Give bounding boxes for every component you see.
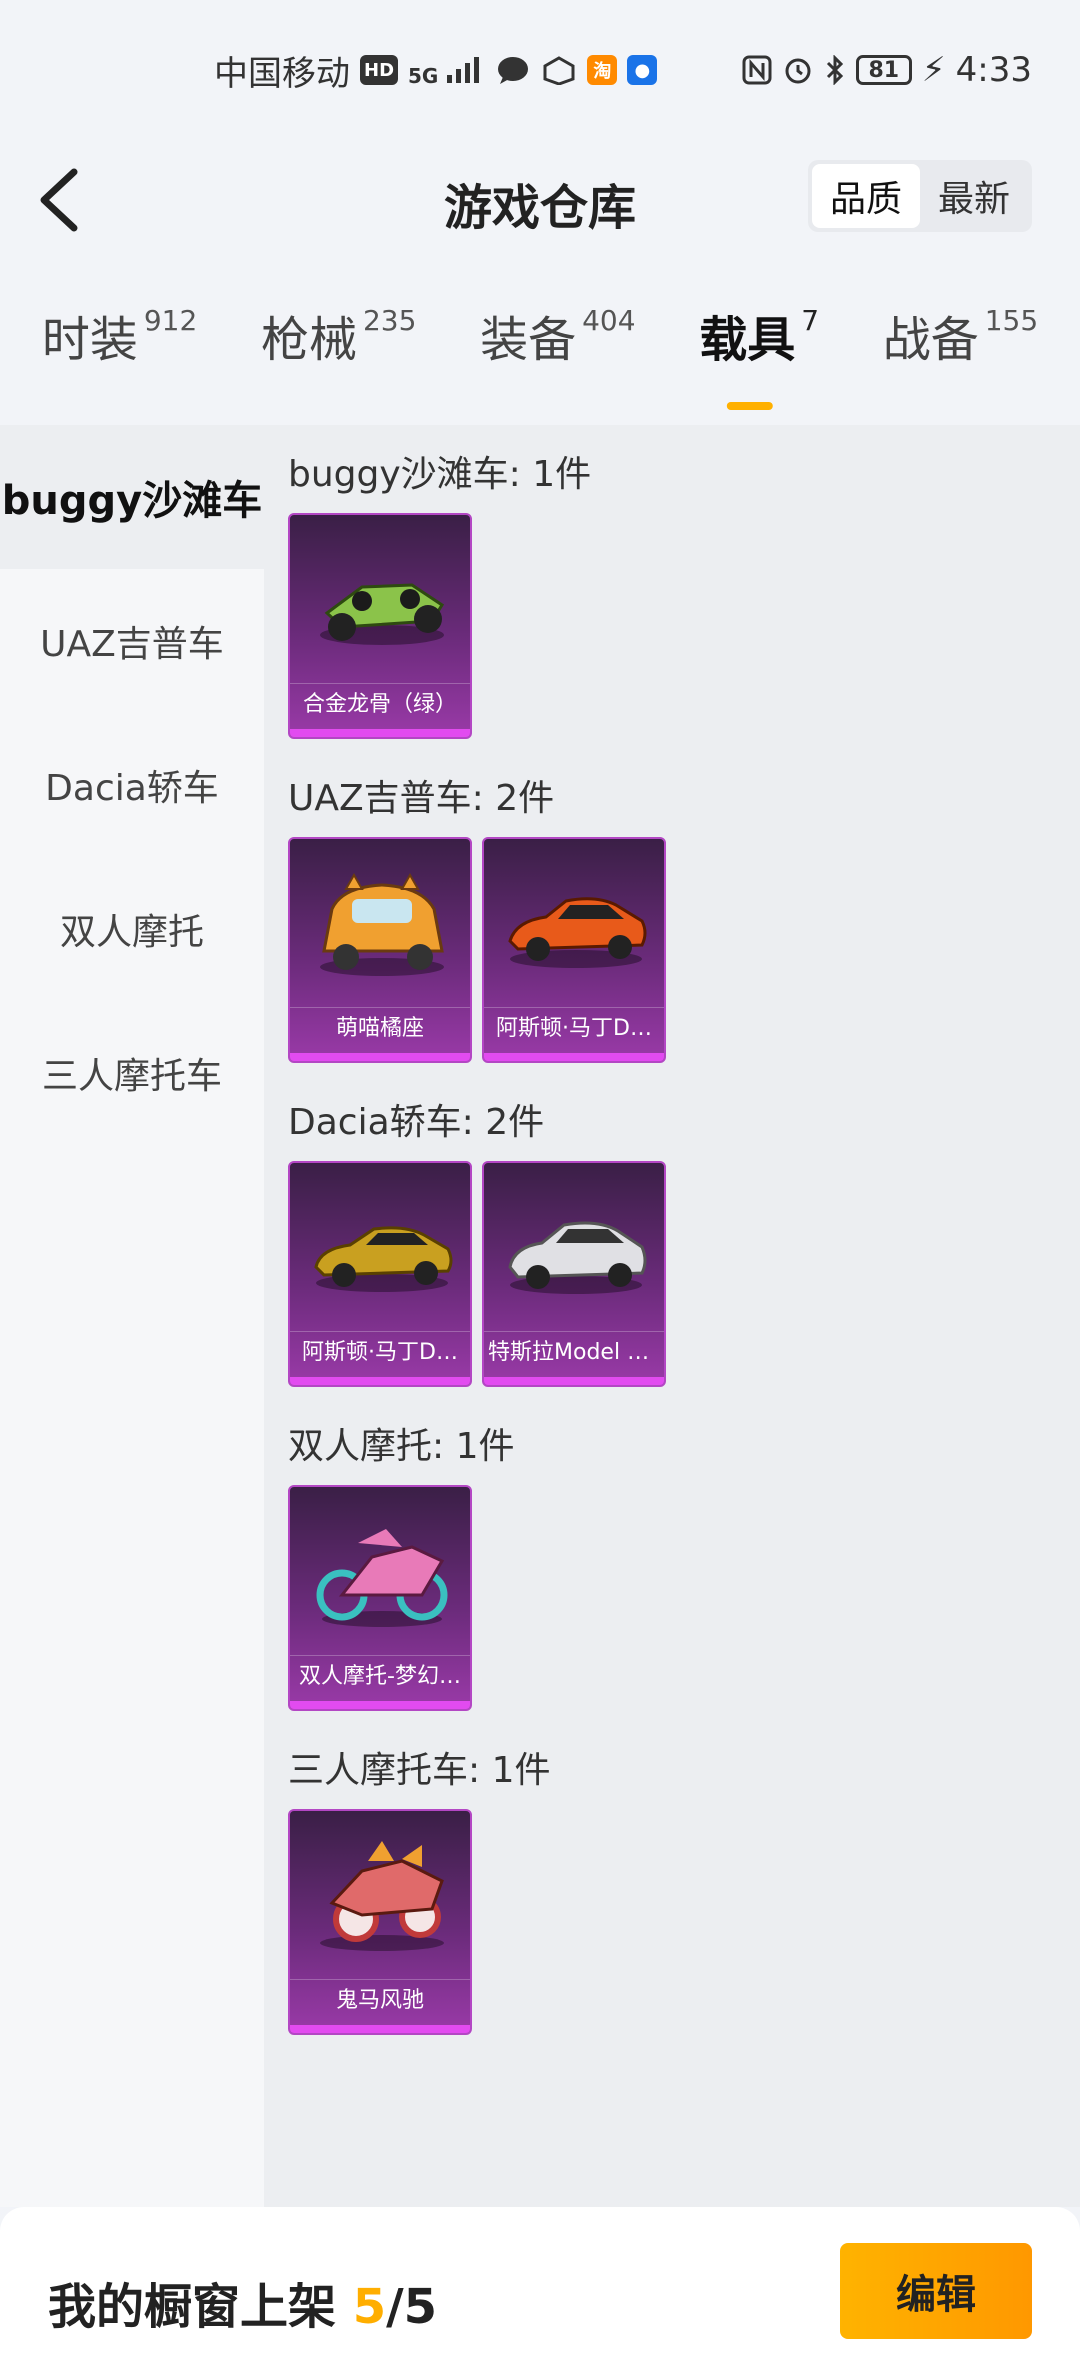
bluetooth-icon <box>826 55 843 85</box>
rarity-bar <box>290 1377 470 1385</box>
charging-icon: ⚡ <box>921 50 946 90</box>
status-bar: 中国移动 HD 5G 淘 ● 81 ⚡ 4:33 <box>0 0 1080 140</box>
tab-label: 装备 <box>480 312 577 368</box>
vehicle-card[interactable]: 合金龙骨（绿） <box>288 513 472 739</box>
showcase-status: 我的橱窗上架 5/5 <box>48 2267 437 2337</box>
rarity-bar <box>290 2025 470 2033</box>
sidebar-item-buggy[interactable]: buggy沙滩车 <box>0 425 264 569</box>
sort-newest-button[interactable]: 最新 <box>920 164 1028 228</box>
rarity-bar <box>290 1701 470 1709</box>
section-title: 三人摩托车: 1件 <box>288 1750 551 1791</box>
battery-level: 81 <box>868 57 900 83</box>
tab-count: 235 <box>362 304 417 337</box>
tab-count: 7 <box>801 304 820 337</box>
vehicle-card[interactable]: 鬼马风驰 <box>288 1809 472 2035</box>
tab-vehicles[interactable]: 载具 7 <box>699 300 819 410</box>
tab-count: 155 <box>984 304 1039 337</box>
sidebar-item-three-seat-moto[interactable]: 三人摩托车 <box>0 1001 264 1145</box>
active-tab-indicator <box>726 402 773 410</box>
vehicle-name: 鬼马风驰 <box>290 1979 470 2021</box>
trike-icon <box>320 1841 444 1951</box>
signal-bars-icon <box>447 56 480 83</box>
app-hand-icon <box>543 56 575 85</box>
rarity-bar <box>484 1377 664 1385</box>
section-title: 双人摩托: 1件 <box>288 1426 515 1467</box>
status-right: 81 ⚡ 4:33 <box>742 50 1032 90</box>
section-uaz: UAZ吉普车: 2件 萌喵橘座 阿斯顿·马丁D… <box>288 769 666 1063</box>
gold-sports-car-icon <box>314 1226 453 1292</box>
vehicle-list: buggy沙滩车: 1件 合金龙骨（绿） UAZ吉普车: 2件 萌喵橘座 阿斯顿… <box>264 425 1080 2207</box>
sort-quality-button[interactable]: 品质 <box>811 164 920 228</box>
section-title: Dacia轿车: 2件 <box>288 1102 545 1143</box>
hd-icon: HD <box>360 55 399 85</box>
tab-label: 战备 <box>882 312 979 368</box>
vehicle-card[interactable]: 特斯拉Model 3… <box>482 1161 666 1387</box>
vehicle-name: 合金龙骨（绿） <box>290 683 470 725</box>
cat-car-icon <box>320 872 444 976</box>
section-two-seat-moto: 双人摩托: 1件 双人摩托-梦幻… <box>288 1417 514 1711</box>
sidebar: buggy沙滩车 UAZ吉普车 Dacia轿车 双人摩托 三人摩托车 <box>0 425 264 2207</box>
tab-combat-gear[interactable]: 战备 155 <box>883 300 1038 410</box>
section-dacia: Dacia轿车: 2件 阿斯顿·马丁D… 特斯拉Model 3… <box>288 1093 666 1387</box>
bottom-bar: 我的橱窗上架 5/5 编辑 <box>0 2207 1080 2376</box>
vehicle-name: 萌喵橘座 <box>290 1007 470 1049</box>
sort-toggle: 品质 最新 <box>807 160 1032 232</box>
header: 游戏仓库 品质 最新 <box>0 140 1080 260</box>
tab-equipment[interactable]: 装备 404 <box>480 300 635 410</box>
message-icon <box>498 57 529 84</box>
white-sedan-icon <box>508 1221 647 1294</box>
sidebar-item-uaz[interactable]: UAZ吉普车 <box>0 569 264 713</box>
rarity-bar <box>290 729 470 737</box>
edit-button[interactable]: 编辑 <box>840 2243 1032 2339</box>
tab-count: 404 <box>582 304 636 337</box>
tab-fashion[interactable]: 时装 912 <box>42 300 197 410</box>
section-three-seat-moto: 三人摩托车: 1件 鬼马风驰 <box>288 1741 550 2035</box>
network-type: 5G <box>408 63 439 88</box>
clock-time: 4:33 <box>955 50 1032 90</box>
rarity-bar <box>484 1053 664 1061</box>
vehicle-name: 阿斯顿·马丁D… <box>484 1007 664 1049</box>
section-title: buggy沙滩车: 1件 <box>288 454 592 495</box>
signal-icon: 5G <box>408 53 485 88</box>
vehicle-card[interactable]: 萌喵橘座 <box>288 837 472 1063</box>
nfc-icon <box>742 55 772 85</box>
sidebar-item-dacia[interactable]: Dacia轿车 <box>0 713 264 857</box>
category-tabs: 时装 912 枪械 235 装备 404 载具 7 战备 155 <box>0 300 1080 410</box>
tab-label: 载具 <box>699 312 796 368</box>
showcase-total: /5 <box>386 2279 438 2335</box>
vehicle-name: 特斯拉Model 3… <box>484 1331 664 1373</box>
rarity-bar <box>290 1053 470 1061</box>
taobao-icon: 淘 <box>587 55 618 85</box>
sports-car-icon <box>508 897 647 968</box>
tab-count: 912 <box>143 304 198 337</box>
vehicle-card[interactable]: 阿斯顿·马丁D… <box>288 1161 472 1387</box>
lightbulb-icon: ● <box>627 55 658 85</box>
tab-label: 时装 <box>41 312 138 368</box>
vehicle-card[interactable]: 阿斯顿·马丁D… <box>482 837 666 1063</box>
tab-weapons[interactable]: 枪械 235 <box>261 300 416 410</box>
carrier-text: 中国移动 <box>214 53 350 94</box>
sidebar-item-two-seat-moto[interactable]: 双人摩托 <box>0 857 264 1001</box>
section-buggy: buggy沙滩车: 1件 合金龙骨（绿） <box>288 445 591 739</box>
vehicle-card[interactable]: 双人摩托-梦幻… <box>288 1485 472 1711</box>
vehicle-name: 双人摩托-梦幻… <box>290 1655 470 1697</box>
tab-label: 枪械 <box>260 312 357 368</box>
motorcycle-icon <box>316 1529 448 1627</box>
section-title: UAZ吉普车: 2件 <box>288 778 555 819</box>
showcase-current: 5 <box>352 2279 387 2335</box>
buggy-vehicle-icon <box>320 583 445 645</box>
showcase-label: 我的橱窗上架 <box>48 2279 337 2335</box>
vehicle-name: 阿斯顿·马丁D… <box>290 1331 470 1373</box>
status-left: 中国移动 HD 5G 淘 ● <box>214 46 658 95</box>
alarm-icon <box>785 58 811 84</box>
battery-icon: 81 <box>855 55 912 85</box>
